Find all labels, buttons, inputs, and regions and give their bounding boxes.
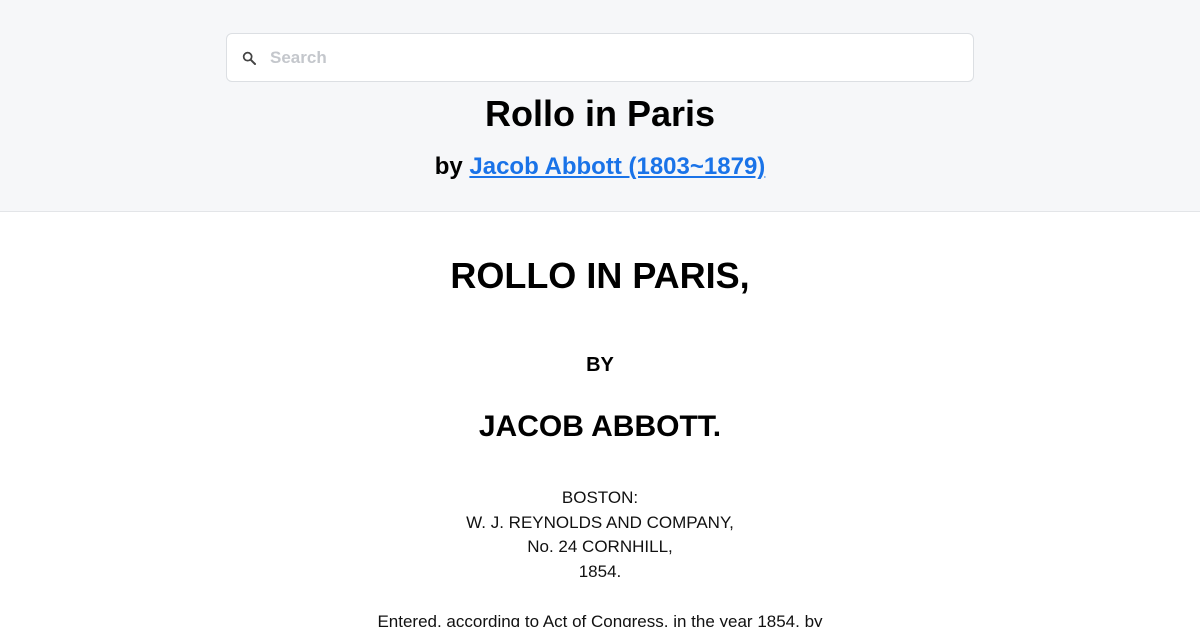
author-link[interactable]: Jacob Abbott (1803~1879) [469, 153, 765, 180]
publisher-line: BOSTON: [561, 488, 639, 507]
content-title: ROLLO IN PARIS, [450, 255, 750, 296]
search-icon [240, 49, 258, 67]
publisher-line: W. J. REYNOLDS AND COMPANY, [466, 512, 734, 532]
byline: by Jacob Abbott (1803~1879) [0, 151, 1200, 183]
header: Rollo in Paris by Jacob Abbott (1803~187… [0, 0, 1200, 212]
content-author: JACOB ABBOTT. [478, 410, 722, 443]
search-input[interactable] [270, 34, 973, 81]
byline-prefix: by [434, 153, 463, 180]
content-by: BY [586, 354, 614, 376]
book-content: ROLLO IN PARIS, BY JACOB ABBOTT. BOSTON:… [0, 212, 1200, 627]
publisher-block: BOSTON: W. J. REYNOLDS AND COMPANY, No. … [0, 486, 1200, 585]
publisher-line: No. 24 CORNHILL, [527, 537, 673, 557]
search-box[interactable] [226, 33, 974, 82]
copyright-entry: Entered, according to Act of Congress, i… [377, 612, 823, 627]
publisher-line: 1854. [578, 562, 622, 582]
page-title: Rollo in Paris [484, 93, 716, 134]
